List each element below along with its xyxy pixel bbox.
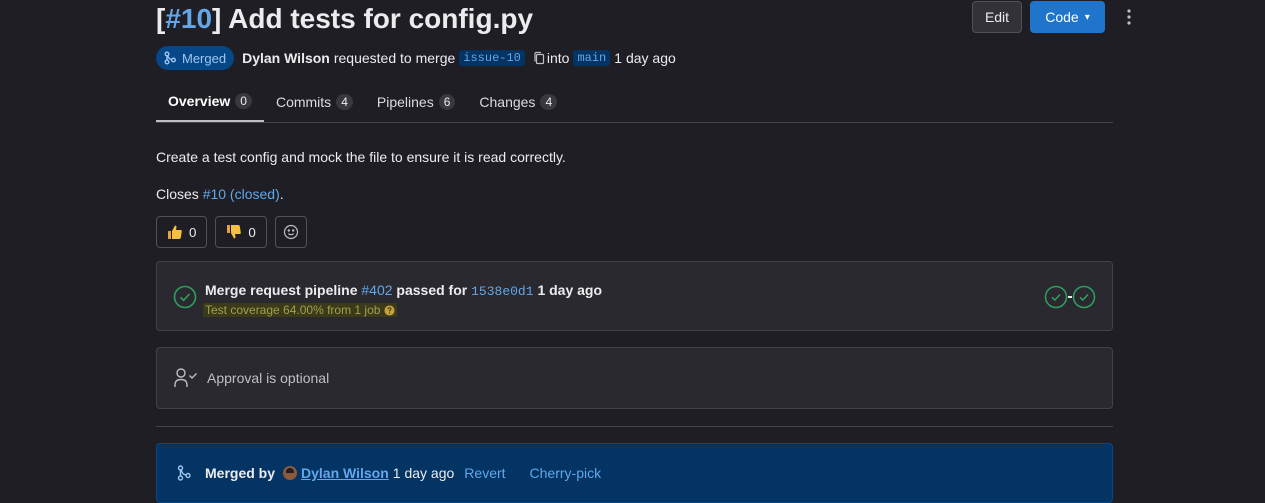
approval-widget: Approval is optional	[156, 347, 1113, 409]
header-actions: Edit Code ▾	[972, 1, 1131, 33]
pipeline-id-link[interactable]: #402	[361, 282, 392, 298]
closes-suffix: .	[279, 186, 284, 202]
title-issue-ref[interactable]: #10	[165, 3, 212, 34]
approval-user-check-icon	[174, 368, 197, 387]
merge-request-page: [#10] Add tests for config.py Edit Code ▾…	[156, 0, 1131, 503]
thumbs-up-count: 0	[189, 224, 197, 240]
closed-issue-link[interactable]: #10 (closed)	[203, 186, 280, 202]
copy-icon[interactable]	[533, 51, 545, 65]
revert-button[interactable]: Revert	[464, 465, 505, 481]
title-text: Add tests for config.py	[228, 3, 534, 34]
coverage-text: Test coverage 64.00% from 1 job	[205, 303, 381, 317]
tab-pipelines[interactable]: Pipelines 6	[365, 82, 468, 122]
award-emoji-bar: 0 0	[156, 216, 1113, 248]
thumbs-down-icon	[227, 225, 242, 239]
pipeline-summary: Merge request pipeline #402 passed for 1…	[205, 281, 602, 301]
pipeline-success-icon[interactable]	[173, 285, 197, 312]
thumbs-up-button[interactable]: 0	[156, 216, 208, 248]
merged-time: 1 day ago	[392, 465, 455, 481]
merged-by-user-link[interactable]: Dylan Wilson	[301, 465, 389, 481]
tab-label: Commits	[275, 94, 332, 110]
smiley-icon	[283, 224, 298, 240]
approval-text: Approval is optional	[207, 370, 330, 386]
target-branch[interactable]: main	[573, 50, 611, 66]
stage-passed-icon[interactable]	[1044, 285, 1068, 309]
merged-widget: Merged by Dylan Wilson 1 day ago Revert …	[156, 443, 1113, 503]
author-name[interactable]: Dylan Wilson	[242, 50, 330, 66]
description-text: Create a test config and mock the file t…	[156, 149, 566, 165]
tab-label: Changes	[479, 94, 536, 110]
test-coverage: Test coverage 64.00% from 1 job	[203, 303, 398, 317]
pipeline-widget: Merge request pipeline #402 passed for 1…	[156, 261, 1113, 331]
tab-count: 6	[438, 94, 456, 110]
tab-commits[interactable]: Commits 4	[264, 82, 365, 122]
pipeline-mini-graph	[1044, 285, 1096, 309]
page-title: [#10] Add tests for config.py	[156, 3, 534, 34]
divider	[156, 426, 1113, 427]
question-icon[interactable]	[384, 304, 395, 316]
source-branch[interactable]: issue-10	[459, 50, 525, 66]
pipeline-passed-for: passed for	[396, 282, 468, 298]
add-reaction-button[interactable]	[274, 216, 307, 248]
more-actions-icon[interactable]	[1113, 1, 1145, 33]
pipeline-text: Merge request pipeline #402 passed for 1…	[203, 281, 602, 317]
tab-count: 4	[540, 94, 558, 110]
tab-label: Pipelines	[376, 94, 434, 110]
merge-icon	[164, 51, 176, 65]
created-time: 1 day ago	[614, 50, 676, 66]
merge-request-tabs: Overview 0 Commits 4 Pipelines 6 Changes 4	[156, 82, 1113, 123]
status-badge: Merged	[156, 46, 235, 70]
avatar[interactable]	[283, 466, 298, 480]
thumbs-down-button[interactable]: 0	[215, 216, 267, 248]
status-badge-label: Merged	[182, 50, 227, 66]
merge-icon	[177, 465, 191, 481]
commit-sha-link[interactable]: 1538e0d1	[471, 284, 533, 299]
stage-passed-icon[interactable]	[1072, 285, 1096, 309]
chevron-down-icon: ▾	[1084, 11, 1090, 23]
cherry-pick-button[interactable]: Cherry-pick	[530, 465, 602, 481]
merged-by-label: Merged by	[205, 465, 276, 481]
code-dropdown-button[interactable]: Code ▾	[1030, 1, 1105, 33]
edit-button[interactable]: Edit	[972, 1, 1022, 33]
tab-count: 0	[235, 93, 252, 109]
code-button-label: Code	[1045, 9, 1079, 25]
closes-prefix: Closes	[156, 186, 199, 202]
thumbs-down-count: 0	[248, 224, 256, 240]
merge-meta-row: Merged Dylan Wilson requested to merge i…	[156, 46, 1113, 70]
closes-line: Closes #10 (closed).	[156, 185, 1113, 203]
tab-count: 4	[336, 94, 353, 110]
pipeline-time: 1 day ago	[537, 282, 603, 298]
tab-changes[interactable]: Changes 4	[467, 82, 569, 122]
tab-overview[interactable]: Overview 0	[156, 82, 264, 122]
title-row: [#10] Add tests for config.py Edit Code ▾	[156, 0, 1131, 42]
requested-text: requested to merge	[333, 50, 456, 66]
thumbs-up-icon	[168, 225, 182, 239]
into-text: into	[546, 50, 570, 66]
pipeline-prefix: Merge request pipeline	[205, 282, 358, 298]
tab-label: Overview	[168, 93, 231, 109]
